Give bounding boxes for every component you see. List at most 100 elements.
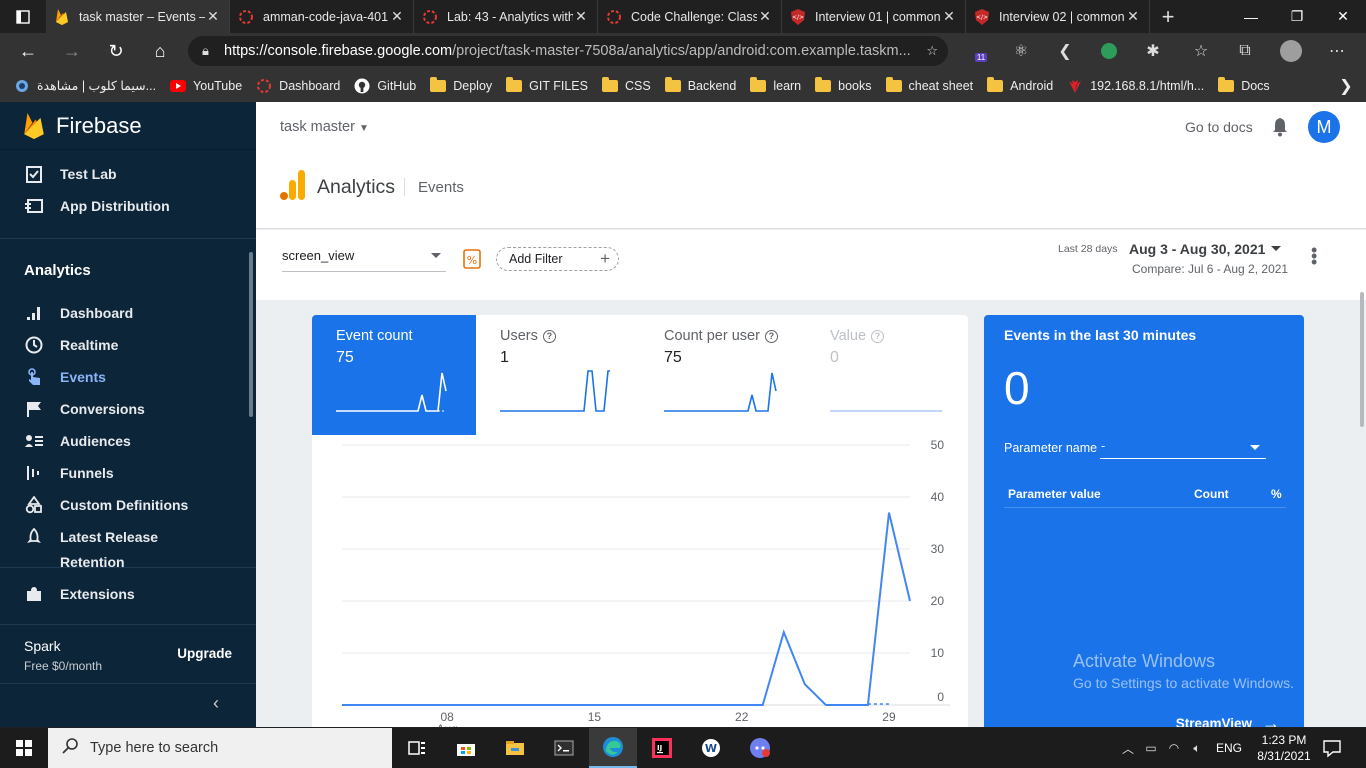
back-icon[interactable]: ← xyxy=(6,33,50,69)
tab-amman-code[interactable]: amman-code-java-401 ✕ xyxy=(230,0,414,33)
store-icon[interactable] xyxy=(442,728,490,768)
parameter-name-select[interactable]: - xyxy=(1100,439,1266,459)
avatar[interactable]: M xyxy=(1308,111,1340,143)
home-icon[interactable]: ⌂ xyxy=(138,33,182,69)
wifi-icon[interactable]: ◠ xyxy=(1164,741,1184,755)
help-icon[interactable]: ? xyxy=(542,330,556,343)
tab-lab-43[interactable]: Lab: 43 - Analytics with ✕ xyxy=(414,0,598,33)
percent-compare-icon[interactable]: % xyxy=(463,249,481,269)
discord-icon[interactable] xyxy=(736,728,784,768)
file-explorer-icon[interactable] xyxy=(491,728,539,768)
bookmark-router[interactable]: 192.168.8.1/html/h... xyxy=(1061,72,1210,100)
add-favorite-icon[interactable]: ☆ xyxy=(916,43,938,59)
profile-icon[interactable] xyxy=(1276,36,1306,66)
main-scrollbar[interactable] xyxy=(1360,292,1364,427)
close-icon[interactable]: ✕ xyxy=(941,8,957,25)
help-icon[interactable]: ? xyxy=(764,330,778,343)
close-icon[interactable]: ✕ xyxy=(573,8,589,25)
event-select[interactable]: screen_view xyxy=(282,248,446,272)
help-icon[interactable]: ? xyxy=(871,330,885,343)
extensions-icon[interactable]: ✱ xyxy=(1138,36,1168,66)
close-icon[interactable]: ✕ xyxy=(205,8,221,25)
metric-tab-count-per-user[interactable]: Count per user? 75 xyxy=(640,315,804,435)
word-icon[interactable]: W xyxy=(687,728,735,768)
sidebar-item-events[interactable]: Events xyxy=(24,363,106,391)
task-view-icon[interactable] xyxy=(393,728,441,768)
bookmark-docs[interactable]: Docs xyxy=(1212,72,1275,100)
bookmark-cima-club[interactable]: سيما كلوب | مشاهدة... xyxy=(8,72,162,100)
address-bar[interactable]: 🔒︎ https://console.firebase.google.com/p… xyxy=(188,36,948,66)
sidebar-item-dashboard[interactable]: Dashboard xyxy=(24,299,133,327)
project-selector[interactable]: task master ▼ xyxy=(280,119,369,135)
chevron-up-icon[interactable]: ︿ xyxy=(1118,740,1138,757)
forward-icon[interactable]: → xyxy=(50,33,94,69)
refresh-icon[interactable]: ↻ xyxy=(94,33,138,69)
tab-interview-02[interactable]: </> Interview 02 | common ✕ xyxy=(966,0,1150,33)
edge-browser-icon[interactable] xyxy=(589,728,637,768)
volume-icon[interactable]: 🔈︎ xyxy=(1187,741,1207,756)
close-icon[interactable]: ✕ xyxy=(1125,8,1141,25)
start-button[interactable] xyxy=(0,728,48,768)
close-icon[interactable]: ✕ xyxy=(757,8,773,25)
bell-icon[interactable] xyxy=(1271,117,1289,137)
input-language[interactable]: ENG xyxy=(1216,741,1242,755)
bookmark-backend[interactable]: Backend xyxy=(659,72,743,100)
metric-tab-event-count[interactable]: Event count 75 xyxy=(312,315,476,435)
system-clock[interactable]: 1:23 PM 8/31/2021 xyxy=(1253,732,1315,764)
metric-tab-value[interactable]: Value? 0 xyxy=(804,315,968,435)
add-filter-button[interactable]: Add Filter + xyxy=(496,247,619,271)
collections-icon[interactable]: ⧉ xyxy=(1230,36,1260,66)
minimize-icon[interactable]: — xyxy=(1228,0,1274,33)
close-icon[interactable]: ✕ xyxy=(389,8,405,25)
sidebar-scrollbar[interactable] xyxy=(249,252,253,417)
sidebar-item-funnels[interactable]: Funnels xyxy=(24,459,114,487)
favorites-icon[interactable]: ☆ xyxy=(1186,36,1216,66)
sidebar-item-latest-release[interactable]: Latest Release xyxy=(24,523,158,551)
collapse-sidebar-icon[interactable]: ‹ xyxy=(213,693,233,714)
terminal-icon[interactable] xyxy=(540,728,588,768)
upgrade-button[interactable]: Upgrade xyxy=(177,646,232,661)
taskbar-search-box[interactable]: Type here to search xyxy=(48,728,392,768)
bookmark-books[interactable]: books xyxy=(809,72,877,100)
sidebar-item-extensions[interactable]: Extensions xyxy=(24,580,135,608)
bookmark-learn[interactable]: learn xyxy=(744,72,807,100)
firebase-home-link[interactable]: Firebase xyxy=(0,102,256,150)
bookmark-android[interactable]: Android xyxy=(981,72,1059,100)
sidebar-item-app-distribution[interactable]: App Distribution xyxy=(24,192,170,220)
date-range-selector[interactable]: Aug 3 - Aug 30, 2021 xyxy=(1129,241,1265,257)
bookmark-deploy[interactable]: Deploy xyxy=(424,72,498,100)
more-icon[interactable]: ⋯ xyxy=(1322,36,1352,66)
streamview-link[interactable]: StreamView → xyxy=(1176,713,1280,727)
tab-task-master[interactable]: task master – Events – ✕ xyxy=(46,0,230,33)
sidebar-item-conversions[interactable]: Conversions xyxy=(24,395,145,423)
sidebar-item-realtime[interactable]: Realtime xyxy=(24,331,118,359)
chevron-left-icon[interactable]: ❮ xyxy=(1050,36,1080,66)
bookmark-cheat-sheet[interactable]: cheat sheet xyxy=(880,72,980,100)
bookmark-dashboard[interactable]: Dashboard xyxy=(250,72,346,100)
maximize-icon[interactable]: ❐ xyxy=(1274,0,1320,33)
intellij-icon[interactable]: IJ xyxy=(638,728,686,768)
tab-code-challenge[interactable]: Code Challenge: Class ✕ xyxy=(598,0,782,33)
sidebar-item-audiences[interactable]: Audiences xyxy=(24,427,131,455)
bookmark-css[interactable]: CSS xyxy=(596,72,657,100)
more-options-icon[interactable]: • • • xyxy=(1311,241,1321,271)
notification-icon[interactable] xyxy=(1322,738,1342,758)
go-to-docs-link[interactable]: Go to docs xyxy=(1185,119,1253,135)
chevron-right-icon[interactable]: ❯ xyxy=(1326,76,1366,96)
battery-icon[interactable]: ▭ xyxy=(1141,741,1161,755)
telegram-icon[interactable] xyxy=(1094,36,1124,66)
close-window-icon[interactable]: ✕ xyxy=(1320,0,1366,33)
sidebar-item-test-lab[interactable]: Test Lab xyxy=(24,160,117,188)
caret-down-icon[interactable] xyxy=(1271,246,1281,251)
bookmark-youtube[interactable]: YouTube xyxy=(164,72,248,100)
tab-interview-01[interactable]: </> Interview 01 | common ✕ xyxy=(782,0,966,33)
extension-badge-icon[interactable]: 11 xyxy=(966,36,996,66)
sidebar-item-retention[interactable]: Retention xyxy=(24,554,125,568)
bookmark-git-files[interactable]: GIT FILES xyxy=(500,72,594,100)
react-devtools-icon[interactable]: ⚛ xyxy=(1006,36,1036,66)
sidebar-item-custom-definitions[interactable]: Custom Definitions xyxy=(24,491,188,519)
metric-tab-users[interactable]: Users? 1 xyxy=(476,315,640,435)
bookmark-github[interactable]: GitHub xyxy=(348,72,422,100)
tab-actions-button[interactable] xyxy=(0,0,46,33)
new-tab-button[interactable]: + xyxy=(1150,0,1186,33)
